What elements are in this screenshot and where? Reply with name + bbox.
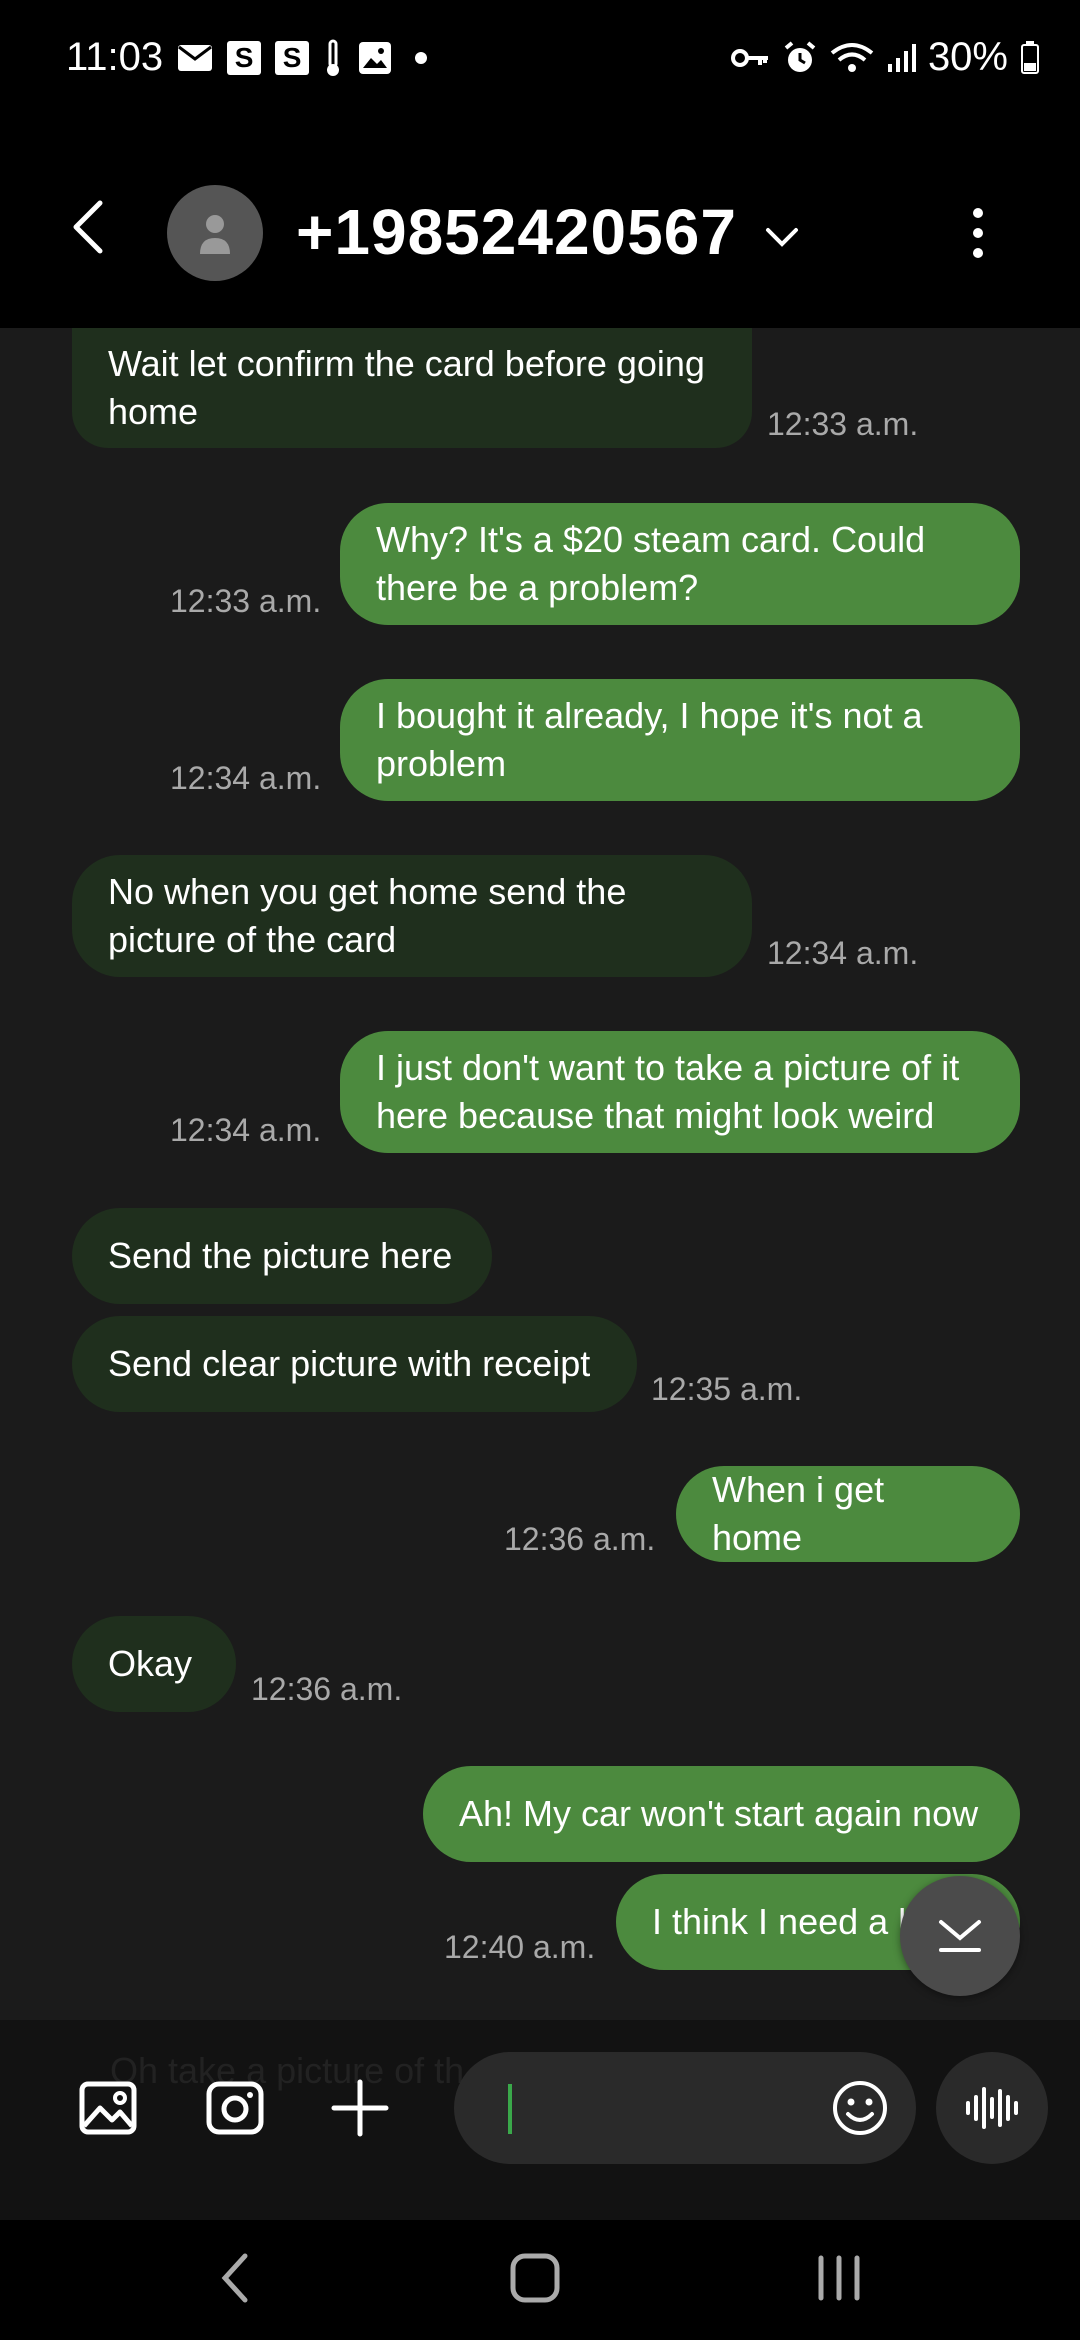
gallery-icon [79, 2081, 137, 2135]
avatar[interactable] [167, 185, 263, 281]
system-nav-bar [0, 2220, 1080, 2340]
conversation-header: +19852420567 [0, 115, 1080, 328]
avatar-icon [200, 215, 230, 254]
nav-recents-icon [818, 2255, 860, 2301]
message-text: Send clear picture with receipt [108, 1343, 591, 1384]
incoming-message[interactable]: Send the picture here [72, 1208, 492, 1304]
nav-home-icon [510, 2253, 560, 2303]
scroll-to-bottom-button[interactable] [900, 1876, 1020, 1996]
message-input[interactable] [454, 2052, 916, 2164]
incoming-message[interactable]: Okay [72, 1616, 236, 1712]
thermometer-icon [323, 38, 343, 78]
contact-number[interactable]: +19852420567 [296, 195, 737, 269]
draft-preview-text: Oh take a picture of th [110, 2050, 465, 2091]
camera-icon [206, 2081, 264, 2135]
message-text: I think I need a h [652, 1901, 919, 1942]
camera-button[interactable] [203, 2076, 267, 2140]
mail-icon [177, 44, 213, 72]
outgoing-message[interactable]: I bought it already, I hope it's not a p… [340, 679, 1020, 801]
plus-icon [331, 2079, 389, 2137]
nav-recents-button[interactable] [804, 2248, 874, 2308]
message-timestamp: 12:40 a.m. [444, 1929, 596, 1965]
gallery-button[interactable] [76, 2076, 140, 2140]
attach-button[interactable] [328, 2076, 392, 2140]
wifi-icon [830, 41, 874, 75]
message-timestamp: 12:35 a.m. [651, 1371, 803, 1407]
gallery-icon [357, 40, 393, 76]
clock: 11:03 [66, 35, 164, 79]
s-app-icon: S [227, 40, 262, 75]
message-text: Okay [108, 1643, 193, 1684]
message-text: When i get home [712, 1469, 885, 1558]
incoming-message[interactable]: No when you get home send the picture of… [72, 855, 752, 977]
message-timestamp: 12:34 a.m. [170, 760, 322, 796]
message-text: Why? It's a $20 steam card. Could there … [376, 519, 926, 608]
incoming-message[interactable]: Send clear picture with receipt [72, 1316, 637, 1412]
battery-percent: 30% [927, 35, 1008, 79]
nav-home-button[interactable] [500, 2248, 570, 2308]
message-text: No when you get home send the picture of… [108, 871, 627, 960]
message-thread[interactable]: Wait let confirm the card before going h… [0, 328, 1080, 2020]
voice-record-button[interactable] [936, 2052, 1048, 2164]
outgoing-message[interactable]: I just don't want to take a picture of i… [340, 1031, 1020, 1153]
more-options-button[interactable] [960, 203, 996, 263]
message-text: I bought it already, I hope it's not a p… [376, 695, 923, 784]
message-timestamp: 12:33 a.m. [170, 583, 322, 619]
outgoing-message[interactable]: When i get home [676, 1466, 1020, 1562]
text-caret [508, 2084, 512, 2134]
message-timestamp: 12:36 a.m. [504, 1521, 656, 1557]
s-app-icon: S [275, 40, 310, 75]
nav-back-button[interactable] [200, 2248, 270, 2308]
more-vert-icon [973, 208, 983, 258]
message-timestamp: 12:36 a.m. [251, 1671, 403, 1707]
back-button[interactable] [60, 197, 120, 257]
alarm-icon [782, 40, 818, 76]
dot-icon [415, 51, 428, 64]
key-icon [730, 43, 770, 73]
chevron-down-icon [939, 1920, 981, 1952]
message-timestamp: 12:33 a.m. [767, 406, 919, 442]
back-icon [73, 200, 103, 254]
battery-icon [1020, 40, 1040, 75]
outgoing-message[interactable]: Why? It's a $20 steam card. Could there … [340, 503, 1020, 625]
message-text: I just don't want to take a picture of i… [376, 1047, 960, 1136]
chevron-down-icon [766, 228, 798, 247]
signal-icon [886, 42, 916, 74]
message-timestamp: 12:34 a.m. [170, 1112, 322, 1148]
nav-back-icon [221, 2253, 248, 2303]
emoji-button[interactable] [830, 2078, 890, 2138]
message-text: Ah! My car won't start again now [459, 1793, 979, 1834]
message-timestamp: 12:34 a.m. [767, 935, 919, 971]
emoji-icon [833, 2081, 887, 2135]
voice-icon [966, 2087, 1018, 2129]
incoming-message[interactable]: Wait let confirm the card before going h… [72, 328, 752, 448]
outgoing-message[interactable]: Ah! My car won't start again now [423, 1766, 1020, 1862]
message-text: Send the picture here [108, 1235, 453, 1276]
chevron-down-button[interactable] [760, 215, 804, 259]
message-text: Wait let confirm the card before going h… [108, 343, 705, 432]
status-bar: 11:03 S S 30% [0, 0, 1080, 115]
